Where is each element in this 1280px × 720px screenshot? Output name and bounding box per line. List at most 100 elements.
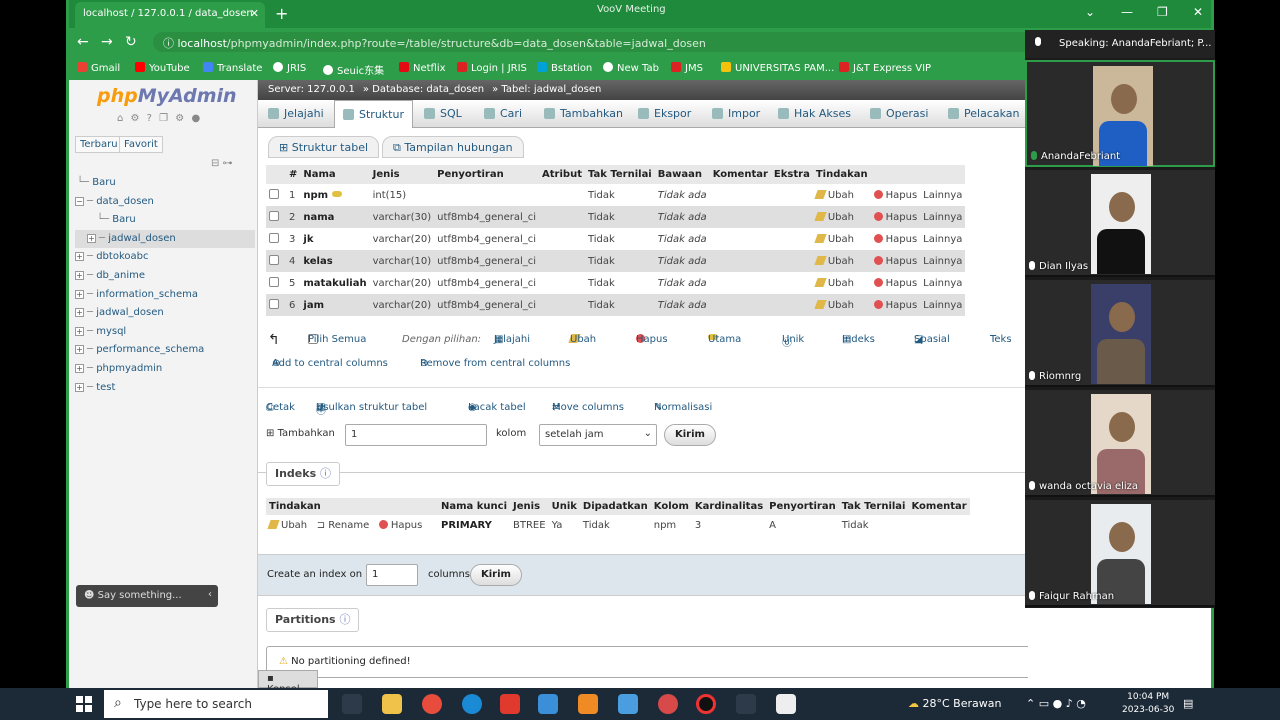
chrome-active-icon[interactable]	[658, 694, 678, 714]
add-column-submit-button[interactable]: Kirim	[664, 424, 716, 446]
phpmyadmin-logo[interactable]: phpMyAdmin	[97, 85, 237, 107]
more-link[interactable]: Lainnya	[920, 228, 966, 250]
windows-start-icon[interactable]	[76, 696, 92, 712]
collapse-icon[interactable]: −	[75, 196, 84, 206]
participant-tile[interactable]: Dian Ilyas	[1025, 170, 1215, 277]
edge-icon[interactable]	[462, 694, 482, 714]
expand-icon[interactable]: +	[75, 308, 84, 318]
tree-item[interactable]: + ─ performance_schema	[75, 341, 255, 360]
bookmark[interactable]: JMS	[671, 62, 703, 74]
edit-link[interactable]: Ubah	[812, 228, 871, 250]
console-toggle[interactable]: ▪ Konsol	[258, 670, 318, 695]
tray-icons[interactable]: ⌃ ▭ ● ♪ ◔	[1026, 697, 1086, 710]
minimize-icon[interactable]: —	[1121, 5, 1133, 19]
checkbox[interactable]	[269, 210, 279, 221]
rename-index-link[interactable]: ⊐ Rename	[317, 520, 370, 531]
weather-widget[interactable]: ☁ 28°C Berawan	[908, 697, 1001, 710]
help-icon[interactable]: ⓘ	[320, 467, 331, 480]
bookmark[interactable]: Gmail	[77, 62, 120, 74]
xampp-icon[interactable]	[578, 694, 598, 714]
expand-icon[interactable]: +	[75, 289, 84, 299]
bookmark[interactable]: New Tab	[603, 62, 659, 74]
tab-favorites[interactable]: Favorit	[119, 136, 163, 153]
restore-icon[interactable]: ❐	[1157, 5, 1168, 19]
nav-icons[interactable]: ⌂ ⚙ ? ❐ ⚙ ●	[117, 113, 202, 124]
checkbox[interactable]	[269, 188, 279, 199]
bookmark[interactable]: Translate	[203, 62, 262, 74]
edit-index-link[interactable]: Ubah	[267, 519, 307, 531]
notepad-icon[interactable]	[776, 694, 796, 714]
edit-link[interactable]: Ubah	[812, 184, 871, 206]
edit-link[interactable]: Ubah	[812, 272, 871, 294]
more-link[interactable]: Lainnya	[920, 184, 966, 206]
help-icon[interactable]: ⓘ	[339, 613, 350, 626]
checkbox[interactable]	[269, 298, 279, 309]
edit-link[interactable]: Ubah	[812, 294, 871, 316]
participant-tile[interactable]: Faiqur Rahman	[1025, 500, 1215, 607]
bookmark[interactable]: J&T Express VIP	[839, 62, 931, 74]
bookmark[interactable]: UNIVERSITAS PAM...	[721, 62, 834, 74]
chevron-left-icon[interactable]: ‹	[208, 589, 212, 600]
tab-structure[interactable]: Struktur	[334, 100, 413, 128]
settings-icon[interactable]	[736, 694, 756, 714]
delete-link[interactable]: Hapus	[870, 294, 921, 316]
chevron-down-icon[interactable]: ⌄	[1085, 5, 1095, 19]
edit-link[interactable]: Ubah	[812, 250, 871, 272]
breadcrumb-table[interactable]: Tabel: jadwal_dosen	[501, 84, 601, 95]
tab-search[interactable]: Cari	[476, 100, 530, 128]
task-view-icon[interactable]	[342, 694, 362, 714]
url-field[interactable]: ⓘ localhost/phpmyadmin/index.php?route=/…	[153, 32, 1153, 52]
after-column-select[interactable]: setelah jam ⌄	[539, 424, 657, 446]
tree-item-selected[interactable]: + ─ jadwal_dosen	[75, 229, 255, 249]
edit-link[interactable]: Ubah	[812, 206, 871, 228]
say-something-box[interactable]: ☻ Say something... ‹	[76, 585, 218, 607]
tree-item[interactable]: └─ Baru	[75, 174, 255, 193]
tab-sql[interactable]: SQL	[416, 100, 470, 128]
bookmark[interactable]: Seuic东集	[323, 62, 384, 77]
tree-item[interactable]: + ─ test	[75, 379, 255, 398]
delete-link[interactable]: Hapus	[870, 250, 921, 272]
row-select[interactable]	[266, 206, 286, 228]
checkbox[interactable]	[269, 276, 279, 287]
collapse-all-icon[interactable]: ⊟ ⊶	[211, 158, 233, 169]
tab-insert[interactable]: Tambahkan	[536, 100, 631, 128]
participant-tile[interactable]: AnandaFebriant	[1025, 60, 1215, 167]
row-select[interactable]	[266, 272, 286, 294]
bookmark[interactable]: Login | JRIS	[457, 62, 527, 74]
breadcrumb-server[interactable]: Server: 127.0.0.1	[268, 84, 355, 95]
bookmark[interactable]: Netflix	[399, 62, 446, 74]
more-link[interactable]: Lainnya	[920, 250, 966, 272]
row-select[interactable]	[266, 250, 286, 272]
more-link[interactable]: Lainnya	[920, 206, 966, 228]
checkbox[interactable]	[269, 232, 279, 243]
delete-link[interactable]: Hapus	[870, 184, 921, 206]
participant-tile[interactable]: wanda octavia eliza	[1025, 390, 1215, 497]
bookmark[interactable]: YouTube	[135, 62, 190, 74]
wps-icon[interactable]	[500, 694, 520, 714]
taskbar-search-input[interactable]: ⌕ Type here to search	[104, 690, 328, 718]
checkbox[interactable]	[269, 254, 279, 265]
expand-icon[interactable]: +	[75, 326, 84, 336]
delete-link[interactable]: Hapus	[870, 206, 921, 228]
create-index-submit-button[interactable]: Kirim	[470, 564, 522, 586]
tree-item[interactable]: + ─ information_schema	[75, 286, 255, 305]
bookmark[interactable]: Bstation	[537, 62, 592, 74]
more-link[interactable]: Lainnya	[920, 294, 966, 316]
tab-export[interactable]: Ekspor	[630, 100, 699, 128]
help-icon[interactable]: ⓘ	[316, 402, 326, 417]
chrome-icon[interactable]	[422, 694, 442, 714]
tree-item[interactable]: └─ Baru	[75, 211, 255, 230]
expand-icon[interactable]: +	[75, 270, 84, 280]
row-select[interactable]	[266, 228, 286, 250]
tab-tracking[interactable]: Pelacakan	[940, 100, 1027, 128]
tree-item[interactable]: + ─ mysql	[75, 323, 255, 342]
delete-index-link[interactable]: Hapus	[378, 519, 422, 531]
system-clock[interactable]: 10:04 PM 2023-06-30	[1122, 691, 1174, 717]
more-link[interactable]: Lainnya	[920, 272, 966, 294]
back-icon[interactable]: ←	[77, 34, 89, 50]
row-select[interactable]	[266, 294, 286, 316]
file-explorer-icon[interactable]	[382, 694, 402, 714]
expand-icon[interactable]: +	[87, 233, 96, 243]
tab-operations[interactable]: Operasi	[862, 100, 936, 128]
tree-item[interactable]: + ─ jadwal_dosen	[75, 304, 255, 323]
